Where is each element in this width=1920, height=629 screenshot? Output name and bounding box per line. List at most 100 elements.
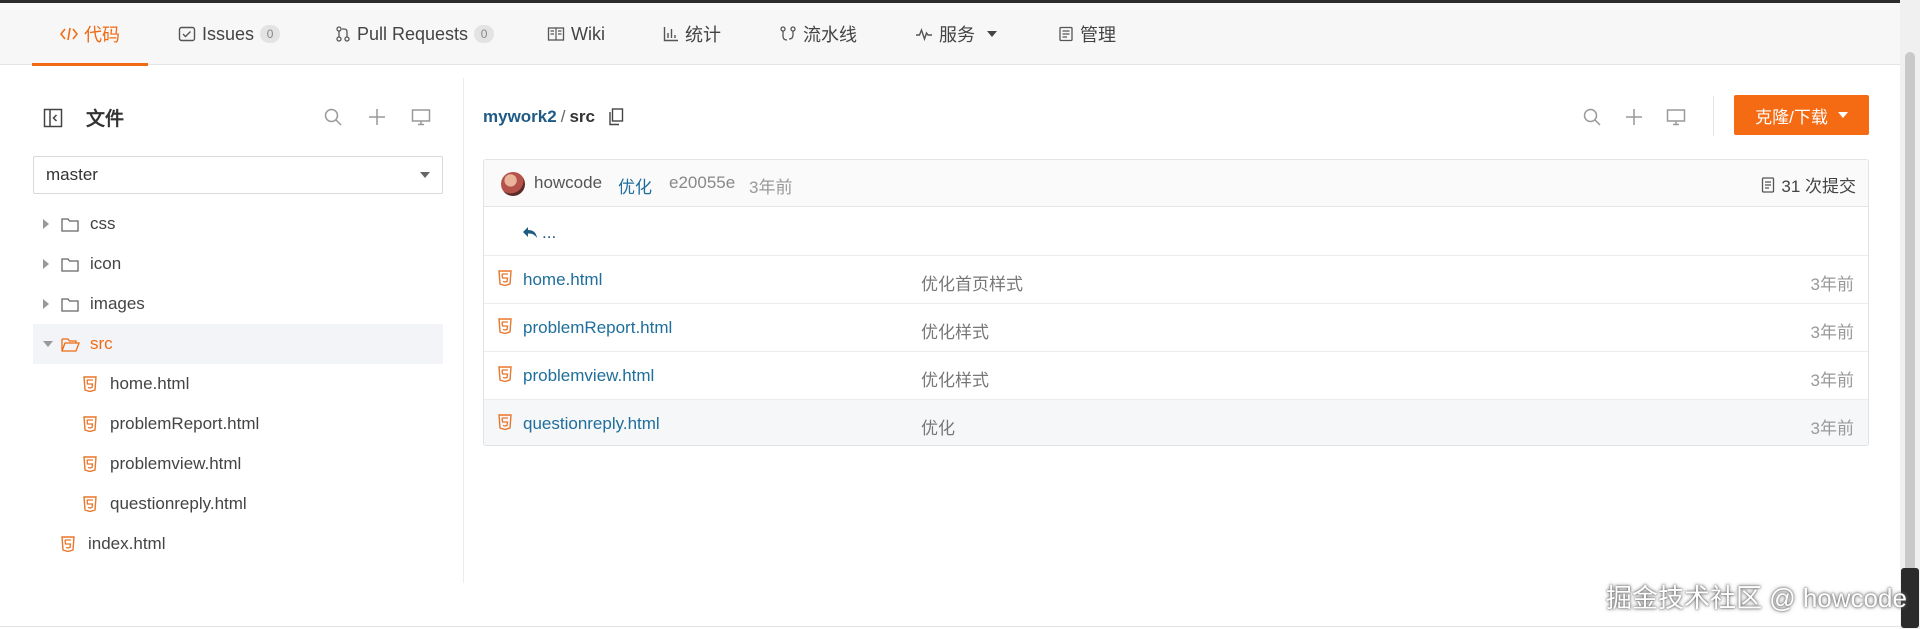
tab-manage[interactable]: 管理 [1058, 3, 1116, 65]
page-scrollbar[interactable] [1900, 0, 1920, 629]
panel-divider[interactable] [463, 78, 464, 583]
avatar[interactable] [501, 172, 525, 196]
html5-file-icon [498, 366, 512, 387]
web-ide-icon[interactable] [1665, 106, 1687, 128]
tree-file-index[interactable]: index.html [33, 524, 443, 564]
file-commit-message[interactable]: 优化样式 [921, 318, 989, 343]
commit-sha[interactable]: e20055e [669, 173, 735, 193]
add-file-icon[interactable] [1623, 106, 1645, 128]
web-ide-icon[interactable] [410, 106, 432, 128]
expand-arrow-icon[interactable] [43, 259, 49, 269]
parent-directory-row[interactable]: ... [484, 208, 1868, 256]
tree-folder-src[interactable]: src [33, 324, 443, 364]
tab-pipeline[interactable]: 流水线 [779, 3, 857, 65]
manage-icon [1059, 26, 1073, 42]
file-list: howcode 优化 e20055e 3年前 31 次提交 ... home.h… [483, 159, 1869, 446]
html5-file-icon [83, 376, 97, 392]
chevron-down-icon [1837, 112, 1848, 118]
html5-file-icon [498, 318, 512, 339]
tree-folder-icon[interactable]: icon [33, 244, 443, 284]
tree-folder-css[interactable]: css [33, 204, 443, 244]
file-panel-actions [322, 106, 432, 128]
tab-wiki-label: Wiki [571, 23, 605, 44]
tree-file-problemreport[interactable]: problemReport.html [33, 404, 443, 444]
html5-file-icon [83, 496, 97, 512]
file-panel-title: 文件 [86, 109, 125, 130]
tree-item-label: questionreply.html [110, 494, 247, 513]
copy-path-icon[interactable] [605, 106, 627, 128]
tab-services[interactable]: 服务 [915, 3, 997, 65]
collapse-sidebar-icon[interactable] [42, 107, 64, 129]
commit-count-label: 31 次提交 [1781, 177, 1856, 196]
issues-count-badge: 0 [260, 25, 281, 43]
watermark: 掘金技术社区 @ howcode [1606, 583, 1907, 613]
html5-file-icon [83, 416, 97, 432]
clone-download-button[interactable]: 克隆/下载 [1734, 95, 1869, 135]
file-row-home[interactable]: home.html 优化首页样式 3年前 [484, 256, 1868, 304]
add-file-icon[interactable] [366, 106, 388, 128]
html5-file-icon [83, 456, 97, 472]
folder-icon [61, 257, 79, 272]
file-commit-message[interactable]: 优化样式 [921, 366, 989, 391]
services-dropdown-caret-icon [987, 31, 997, 37]
file-tree: css icon images src home.html problemRep… [33, 204, 443, 564]
pulse-icon [916, 27, 932, 42]
tab-pull-requests-label: Pull Requests [357, 23, 469, 44]
tab-wiki[interactable]: Wiki [547, 3, 605, 65]
file-row-problemview[interactable]: problemview.html 优化样式 3年前 [484, 352, 1868, 400]
branch-select-value: master [46, 165, 98, 184]
html5-file-icon [498, 414, 512, 435]
collapse-arrow-icon[interactable] [43, 341, 53, 347]
file-commit-time: 3年前 [1810, 323, 1854, 342]
breadcrumb-repo-link[interactable]: mywork2 [483, 107, 557, 127]
bar-chart-icon [663, 27, 678, 42]
file-name-link[interactable]: problemReport.html [523, 318, 672, 338]
file-panel-header: 文件 [42, 104, 124, 131]
file-name-link[interactable]: questionreply.html [523, 414, 660, 434]
code-icon [60, 27, 78, 41]
expand-arrow-icon[interactable] [43, 299, 49, 309]
tree-folder-images[interactable]: images [33, 284, 443, 324]
tab-code[interactable]: 代码 [32, 3, 148, 66]
html5-file-icon [61, 536, 75, 552]
breadcrumb-current: src [569, 107, 595, 126]
file-name-link[interactable]: problemview.html [523, 366, 654, 386]
branch-select[interactable]: master [33, 156, 443, 194]
tab-pull-requests[interactable]: Pull Requests 0 [335, 3, 495, 65]
file-name-link[interactable]: home.html [523, 270, 602, 290]
expand-arrow-icon[interactable] [43, 219, 49, 229]
tab-issues-label: Issues [202, 23, 255, 44]
file-row-questionreply[interactable]: questionreply.html 优化 3年前 [484, 400, 1868, 445]
tree-item-label: css [90, 214, 116, 233]
pull-request-icon [336, 26, 350, 42]
file-commit-message[interactable]: 优化 [921, 414, 955, 439]
tab-issues[interactable]: Issues 0 [178, 3, 281, 65]
file-commit-message[interactable]: 优化首页样式 [921, 270, 1023, 295]
tab-code-label: 代码 [84, 25, 120, 45]
file-row-problemreport[interactable]: problemReport.html 优化样式 3年前 [484, 304, 1868, 352]
folder-open-icon [61, 337, 80, 352]
tab-manage-label: 管理 [1080, 25, 1116, 45]
commit-time: 3年前 [749, 178, 793, 197]
tab-stats[interactable]: 统计 [663, 3, 721, 65]
file-commit-time: 3年前 [1810, 419, 1854, 438]
commit-count-link[interactable]: 31 次提交 [1761, 172, 1856, 197]
tree-item-label: icon [90, 254, 122, 273]
commit-message[interactable]: 优化 [618, 173, 652, 198]
issues-icon [178, 26, 196, 42]
search-icon[interactable] [1581, 106, 1603, 128]
reply-back-icon [523, 227, 537, 238]
parent-directory-link[interactable]: ... [522, 223, 556, 243]
file-commit-time: 3年前 [1810, 275, 1854, 294]
latest-commit-bar: howcode 优化 e20055e 3年前 31 次提交 [484, 160, 1868, 207]
commit-author[interactable]: howcode [534, 173, 602, 193]
tree-file-questionreply[interactable]: questionreply.html [33, 484, 443, 524]
pipeline-icon [780, 26, 796, 41]
file-commit-time: 3年前 [1810, 371, 1854, 390]
search-icon[interactable] [322, 106, 344, 128]
tree-file-problemview[interactable]: problemview.html [33, 444, 443, 484]
repo-tab-bar: 代码 Issues 0 Pull Requests 0 Wiki 统计 流水线 … [0, 3, 1900, 66]
scrollbar-thumb[interactable] [1905, 52, 1915, 572]
folder-icon [61, 217, 79, 232]
tree-file-home[interactable]: home.html [33, 364, 443, 404]
